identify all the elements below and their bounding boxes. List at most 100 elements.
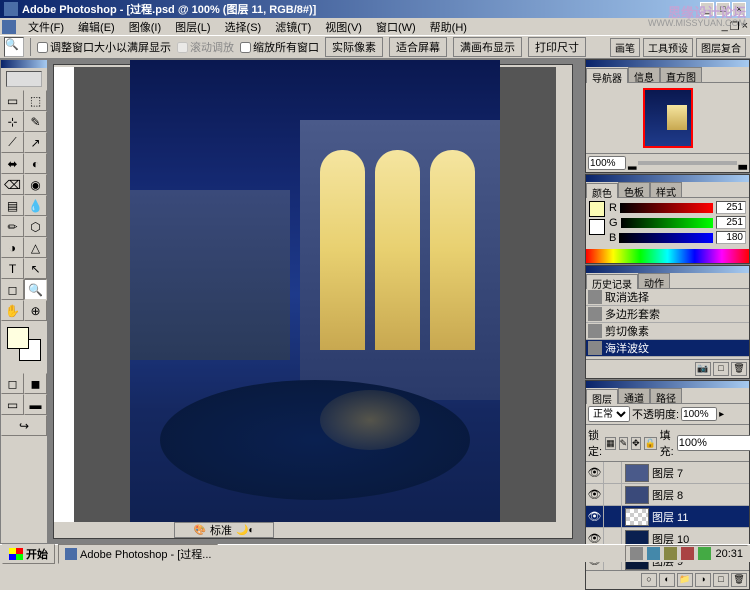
color-ramp[interactable] [586, 249, 749, 263]
tab-paths[interactable]: 路径 [650, 388, 682, 403]
layer-fx-button[interactable]: ○ [641, 573, 657, 587]
layer-thumbnail[interactable] [625, 464, 649, 482]
tab-channels[interactable]: 通道 [618, 388, 650, 403]
menu-window[interactable]: 窗口(W) [370, 18, 422, 36]
opt-zoom-all[interactable]: 缩放所有窗口 [240, 39, 319, 55]
blend-mode-select[interactable]: 正常 [588, 406, 630, 422]
layer-link-cell[interactable] [604, 484, 622, 506]
tool-11[interactable]: 💧 [24, 195, 47, 216]
quickmask-mode-button[interactable]: ◼ [24, 373, 47, 394]
menu-view[interactable]: 视图(V) [319, 18, 368, 36]
layer-visibility-icon[interactable]: 👁 [586, 462, 604, 484]
menu-image[interactable]: 图像(I) [123, 18, 167, 36]
zoom-in-icon[interactable]: ▃ [739, 157, 747, 170]
tab-styles[interactable]: 样式 [650, 182, 682, 197]
layer-visibility-icon[interactable]: 👁 [586, 506, 604, 528]
tray-icon-3[interactable] [664, 547, 677, 560]
palette-tab-brushes[interactable]: 画笔 [610, 38, 640, 57]
menu-file[interactable]: 文件(F) [22, 18, 70, 36]
layer-thumbnail[interactable] [625, 508, 649, 526]
btn-fit-canvas[interactable]: 满画布显示 [453, 37, 522, 57]
opt-scroll-zoom[interactable]: 滚动调放 [177, 39, 234, 55]
tool-13[interactable]: ⬡ [24, 216, 47, 237]
lock-pixels-icon[interactable]: ✎ [619, 437, 629, 450]
screen-mode-2[interactable]: ▬ [24, 394, 47, 415]
tab-swatches[interactable]: 色板 [618, 182, 650, 197]
layer-delete-button[interactable]: 🗑 [731, 573, 747, 587]
b-value[interactable]: 180 [716, 231, 746, 244]
ruler-vertical[interactable] [54, 67, 74, 522]
tool-5[interactable]: ↗ [24, 132, 47, 153]
history-item[interactable]: 剪切像素 [586, 323, 749, 340]
start-button[interactable]: 开始 [2, 544, 55, 564]
menu-select[interactable]: 选择(S) [219, 18, 268, 36]
layer-item[interactable]: 👁图层 8 [586, 484, 749, 506]
zoom-input[interactable] [588, 156, 626, 170]
tab-navigator[interactable]: 导航器 [586, 68, 628, 83]
tray-icon-1[interactable] [630, 547, 643, 560]
b-slider[interactable] [619, 233, 713, 243]
palette-tab-presets[interactable]: 工具预设 [643, 38, 693, 57]
lock-position-icon[interactable]: ✥ [631, 437, 641, 450]
screen-mode-1[interactable]: ▭ [1, 394, 24, 415]
history-item[interactable]: 多边形套索 [586, 306, 749, 323]
tool-1[interactable]: ⬚ [24, 90, 47, 111]
tray-clock[interactable]: 20:31 [715, 548, 743, 560]
foreground-color[interactable] [7, 327, 29, 349]
layer-item[interactable]: 👁图层 11 [586, 506, 749, 528]
lock-transparency-icon[interactable]: ▦ [605, 437, 616, 450]
palette-tab-comps[interactable]: 图层复合 [696, 38, 746, 57]
menu-filter[interactable]: 滤镜(T) [269, 18, 317, 36]
history-item[interactable]: 取消选择 [586, 289, 749, 306]
tool-2[interactable]: ⊹ [1, 111, 24, 132]
color-fg-swatch[interactable] [589, 201, 605, 217]
tab-layers[interactable]: 图层 [586, 389, 618, 404]
current-tool-thumb[interactable]: 🔍 [4, 37, 24, 57]
tray-icon-2[interactable] [647, 547, 660, 560]
taskbar-item-photoshop[interactable]: Adobe Photoshop - [过程... [58, 544, 218, 564]
tool-9[interactable]: ◉ [24, 174, 47, 195]
menu-edit[interactable]: 编辑(E) [72, 18, 121, 36]
layer-item[interactable]: 👁图层 7 [586, 462, 749, 484]
history-delete-button[interactable]: 🗑 [731, 362, 747, 376]
fill-input[interactable] [677, 435, 750, 451]
opacity-input[interactable] [681, 407, 717, 421]
history-item[interactable]: 海洋波纹 [586, 340, 749, 357]
layer-folder-button[interactable]: 📁 [677, 573, 693, 587]
layer-new-button[interactable]: □ [713, 573, 729, 587]
menu-help[interactable]: 帮助(H) [424, 18, 473, 36]
tray-icon-5[interactable] [698, 547, 711, 560]
layer-link-cell[interactable] [604, 462, 622, 484]
layer-mask-button[interactable]: ◐ [659, 573, 675, 587]
history-new-button[interactable]: □ [713, 362, 729, 376]
tab-actions[interactable]: 动作 [638, 273, 670, 288]
document-canvas[interactable] [74, 67, 556, 522]
tool-16[interactable]: T [1, 258, 24, 279]
color-bg-swatch[interactable] [589, 219, 605, 235]
tool-21[interactable]: ⊕ [24, 300, 47, 321]
navigator-thumbnail[interactable] [643, 88, 693, 148]
tool-12[interactable]: ✏ [1, 216, 24, 237]
layer-link-cell[interactable] [604, 506, 622, 528]
g-slider[interactable] [621, 218, 713, 228]
tab-info[interactable]: 信息 [628, 67, 660, 82]
menu-layer[interactable]: 图层(L) [169, 18, 216, 36]
zoom-out-icon[interactable]: ▂ [628, 157, 636, 170]
tool-6[interactable]: ⬌ [1, 153, 24, 174]
standard-mode-button[interactable]: ◻ [1, 373, 24, 394]
tool-4[interactable]: ⟋ [1, 132, 24, 153]
tool-15[interactable]: △ [24, 237, 47, 258]
tool-10[interactable]: ▤ [1, 195, 24, 216]
tool-14[interactable]: ◑ [1, 237, 24, 258]
tool-20[interactable]: ✋ [1, 300, 24, 321]
opt-resize-windows[interactable]: 调整窗口大小以满屏显示 [37, 39, 171, 55]
tab-color[interactable]: 颜色 [586, 183, 618, 198]
r-value[interactable]: 251 [716, 201, 746, 214]
tool-18[interactable]: ◻ [1, 279, 24, 300]
history-snapshot-button[interactable]: 📷 [695, 362, 711, 376]
btn-actual-pixels[interactable]: 实际像素 [325, 37, 383, 57]
lock-all-icon[interactable]: 🔒 [644, 437, 657, 450]
layer-thumbnail[interactable] [625, 486, 649, 504]
jump-imageready-button[interactable]: ↪ [1, 415, 47, 436]
layer-visibility-icon[interactable]: 👁 [586, 484, 604, 506]
